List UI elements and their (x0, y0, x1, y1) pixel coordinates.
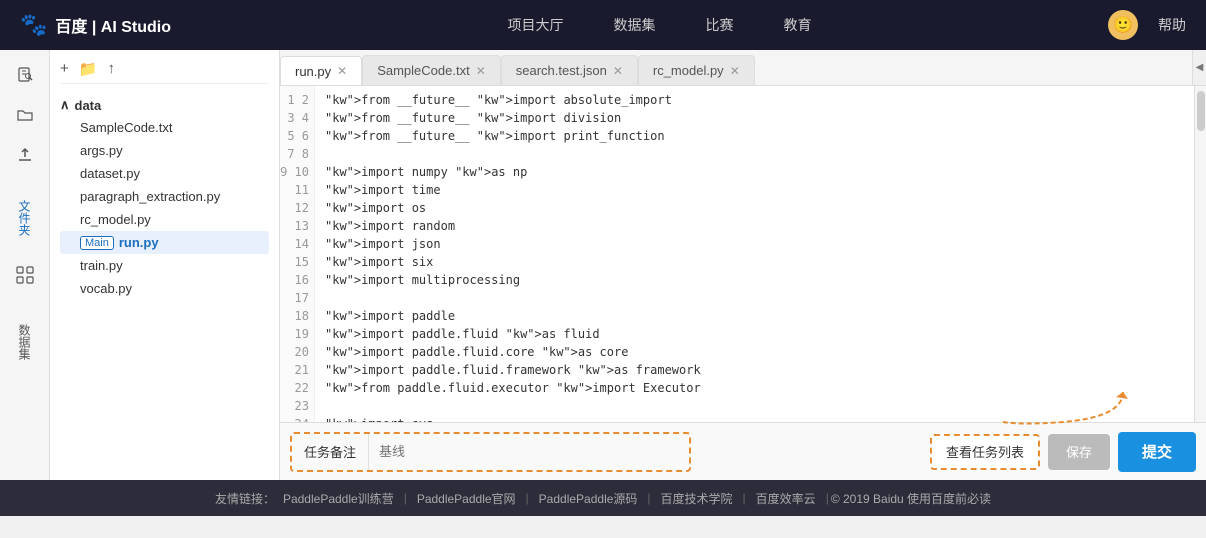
tab-search-test-close[interactable]: ✕ (613, 64, 623, 78)
file-args[interactable]: args.py (60, 139, 269, 162)
main-navigation: 项目大厅 数据集 比赛 教育 (211, 15, 1108, 35)
main-badge: Main (80, 236, 114, 250)
file-tree: + 📁 ↑ ∧ data SampleCode.txt args.py data… (50, 50, 280, 480)
scrollbar-thumb[interactable] (1197, 91, 1205, 131)
submit-button[interactable]: 提交 (1118, 432, 1196, 472)
baidu-icon: 🐾 (20, 12, 47, 38)
sidebar-icons: 文件夹 数据集 (0, 50, 50, 480)
nav-right: 🙂 帮助 (1108, 10, 1186, 40)
sidebar-dataset-label[interactable]: 数据集 (16, 324, 33, 360)
footer-paddleofficial[interactable]: PaddlePaddle官网 (417, 490, 516, 507)
arrow-annotation (983, 387, 1143, 432)
footer-paddlesource[interactable]: PaddlePaddle源码 (539, 490, 638, 507)
folder-data[interactable]: ∧ data (60, 94, 269, 116)
tab-search-test-label: search.test.json (516, 63, 607, 78)
footer-baidu-academy[interactable]: 百度技术学院 (661, 490, 733, 507)
file-tree-toolbar: + 📁 ↑ (60, 60, 269, 84)
tab-rc-model-close[interactable]: ✕ (730, 64, 740, 78)
file-rc-model[interactable]: rc_model.py (60, 208, 269, 231)
avatar[interactable]: 🙂 (1108, 10, 1138, 40)
code-editor[interactable]: 1 2 3 4 5 6 7 8 9 10 11 12 13 14 15 16 1… (280, 86, 1206, 422)
tab-samplecode[interactable]: SampleCode.txt ✕ (362, 55, 501, 85)
task-note-label: 任务备注 (292, 442, 368, 461)
grid-icon (16, 266, 34, 284)
new-folder-icon[interactable]: 📁 (79, 60, 98, 78)
nav-datasets[interactable]: 数据集 (614, 15, 656, 35)
active-file-name: run.py (119, 235, 159, 250)
new-file-button[interactable] (10, 60, 40, 90)
collapse-panel-button[interactable]: ◀ (1192, 50, 1206, 85)
editor-tabs: run.py ✕ SampleCode.txt ✕ search.test.js… (280, 50, 1206, 86)
top-navigation: 🐾 百度 | AI Studio 项目大厅 数据集 比赛 教育 🙂 帮助 (0, 0, 1206, 50)
tab-run-py-label: run.py (295, 64, 331, 79)
footer-copyright: © 2019 Baidu 使用百度前必读 (831, 490, 991, 507)
file-samplecode[interactable]: SampleCode.txt (60, 116, 269, 139)
tab-rc-model[interactable]: rc_model.py ✕ (638, 55, 755, 85)
footer-prefix: 友情链接： (215, 490, 275, 507)
line-numbers: 1 2 3 4 5 6 7 8 9 10 11 12 13 14 15 16 1… (280, 86, 315, 422)
nav-competition[interactable]: 比赛 (706, 15, 734, 35)
new-file-icon[interactable]: + (60, 60, 69, 78)
chevron-down-icon: ∧ (60, 97, 70, 113)
tab-samplecode-close[interactable]: ✕ (476, 64, 486, 78)
task-input-group: 任务备注 (290, 432, 691, 472)
main-area: 文件夹 数据集 + 📁 ↑ ∧ data SampleCode.txt args… (0, 50, 1206, 480)
file-paragraph-extraction[interactable]: paragraph_extraction.py (60, 185, 269, 208)
footer-paddlecamp[interactable]: PaddlePaddle训练营 (283, 490, 394, 507)
tab-search-test[interactable]: search.test.json ✕ (501, 55, 638, 85)
folder-name: data (75, 98, 102, 113)
file-vocab[interactable]: vocab.py (60, 277, 269, 300)
nav-projects[interactable]: 项目大厅 (508, 15, 564, 35)
tab-rc-model-label: rc_model.py (653, 63, 724, 78)
open-folder-button[interactable] (10, 100, 40, 130)
view-tasks-button[interactable]: 查看任务列表 (930, 434, 1040, 470)
brand-text: 百度 | AI Studio (55, 13, 171, 37)
nav-education[interactable]: 教育 (784, 15, 812, 35)
tab-run-py-close[interactable]: ✕ (337, 64, 347, 78)
help-link[interactable]: 帮助 (1158, 15, 1186, 35)
file-run[interactable]: Main run.py (60, 231, 269, 254)
bottom-toolbar: 任务备注 查看任务列表 保存 提交 (280, 422, 1206, 480)
save-button[interactable]: 保存 (1048, 434, 1110, 470)
sidebar-folder-label[interactable]: 文件夹 (16, 200, 33, 236)
right-actions: 查看任务列表 保存 提交 (930, 432, 1196, 472)
file-train[interactable]: train.py (60, 254, 269, 277)
editor-area: run.py ✕ SampleCode.txt ✕ search.test.js… (280, 50, 1206, 480)
footer-baidu-cloud[interactable]: 百度效率云 (756, 490, 816, 507)
tab-run-py[interactable]: run.py ✕ (280, 56, 362, 86)
upload-button[interactable] (10, 140, 40, 170)
footer: 友情链接： PaddlePaddle训练营 | PaddlePaddle官网 |… (0, 480, 1206, 516)
code-content[interactable]: "kw">from __future__ "kw">import absolut… (315, 86, 1194, 422)
logo: 🐾 百度 | AI Studio (20, 12, 171, 38)
tab-samplecode-label: SampleCode.txt (377, 63, 470, 78)
file-dataset[interactable]: dataset.py (60, 162, 269, 185)
upload-icon[interactable]: ↑ (107, 60, 115, 78)
baseline-input[interactable] (369, 434, 689, 470)
vertical-scrollbar[interactable] (1194, 86, 1206, 422)
